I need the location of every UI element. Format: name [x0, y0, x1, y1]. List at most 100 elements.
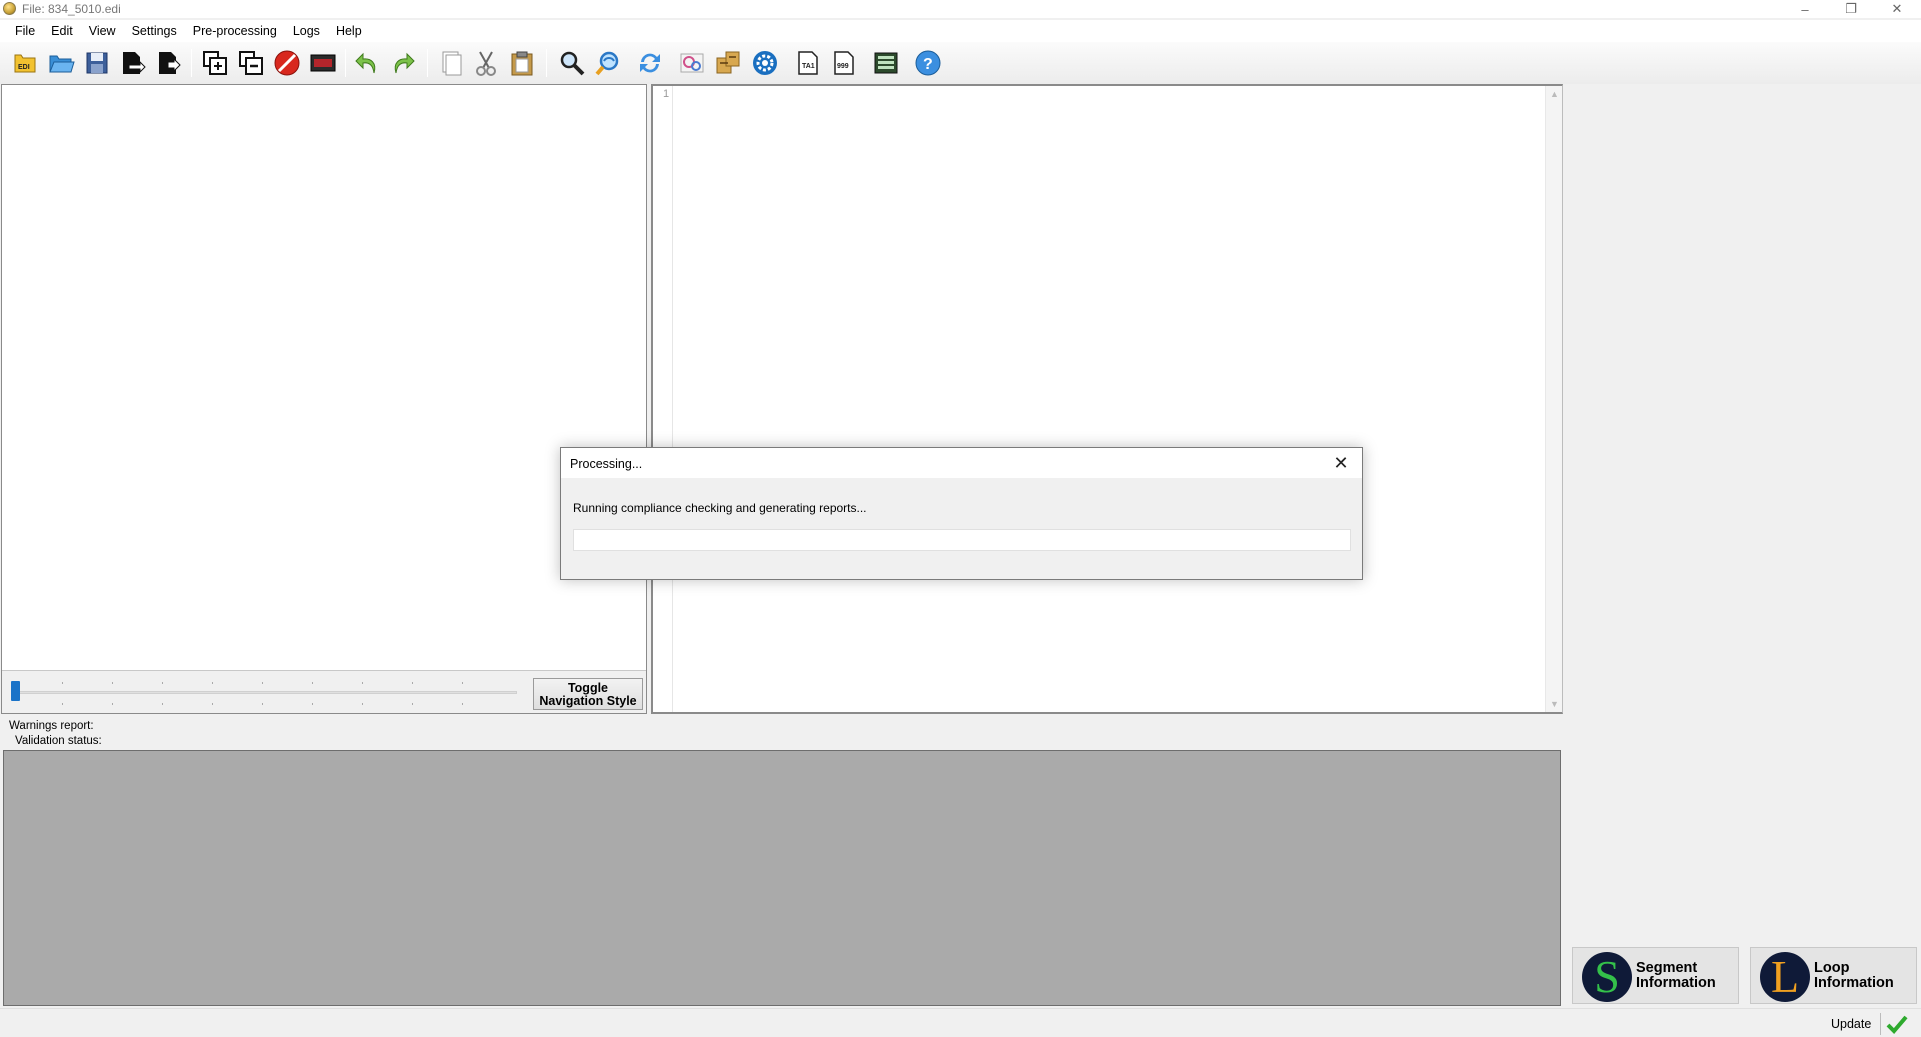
ta1-icon[interactable]: TA1 [793, 48, 823, 78]
slider-tick [162, 682, 163, 684]
toggle-button-label-line2: Navigation Style [539, 694, 637, 708]
dark-toggle-icon[interactable] [308, 48, 338, 78]
toolbar: EDI TA1 999 ? [0, 42, 1921, 84]
line-number-gutter: 1 [653, 86, 673, 712]
loop-label-line1: Loop [1814, 960, 1850, 976]
loop-information-label: Loop Information [1814, 961, 1894, 991]
loop-label-line2: Information [1814, 975, 1894, 991]
scroll-down-icon[interactable]: ▼ [1550, 699, 1559, 709]
slider-tick [362, 703, 363, 705]
minimize-button[interactable]: – [1782, 0, 1828, 18]
menu-view[interactable]: View [81, 20, 124, 42]
search-icon[interactable] [557, 48, 587, 78]
999-icon[interactable]: 999 [829, 48, 859, 78]
add-segment-icon[interactable] [200, 48, 230, 78]
menu-pre-processing[interactable]: Pre-processing [185, 20, 285, 42]
navigation-slider-track[interactable] [12, 691, 517, 694]
menu-settings[interactable]: Settings [124, 20, 185, 42]
status-bar: Update [0, 1008, 1921, 1037]
help-icon[interactable]: ? [913, 48, 943, 78]
window-title: File: 834_5010.edi [22, 2, 121, 16]
menu-file[interactable]: File [7, 20, 43, 42]
settings-gallery-icon[interactable] [677, 48, 707, 78]
warnings-report-label: Warnings report: [9, 720, 94, 732]
navigation-panel: Toggle Navigation Style [1, 84, 647, 714]
edi-text-editor[interactable]: 1 ▲ ▼ [651, 84, 1563, 714]
checkmark-icon [1886, 1015, 1908, 1034]
open-folder-icon[interactable] [46, 48, 76, 78]
slider-tick [262, 703, 263, 705]
slider-tick [412, 703, 413, 705]
menu-logs[interactable]: Logs [285, 20, 328, 42]
loop-information-button[interactable]: L Loop Information [1750, 947, 1917, 1004]
slider-tick [462, 682, 463, 684]
navigation-tree[interactable] [2, 85, 646, 670]
loop-l-icon: L [1760, 952, 1810, 1002]
slider-tick [212, 682, 213, 684]
toggle-navigation-style-button[interactable]: Toggle Navigation Style [533, 678, 643, 710]
dialog-close-button[interactable]: ✕ [1331, 453, 1351, 473]
menu-bar: File Edit View Settings Pre-processing L… [0, 20, 1921, 42]
slider-tick [262, 682, 263, 684]
svg-text:EDI: EDI [18, 64, 30, 71]
segment-label-line1: Segment [1636, 960, 1698, 976]
new-edi-icon[interactable]: EDI [10, 48, 40, 78]
slider-tick [412, 682, 413, 684]
svg-text:999: 999 [837, 63, 849, 70]
preprocess-icon[interactable] [713, 48, 743, 78]
slider-tick [112, 682, 113, 684]
save-icon[interactable] [82, 48, 112, 78]
toolbar-separator [427, 49, 428, 77]
toolbar-separator [345, 49, 346, 77]
segment-information-button[interactable]: S Segment Information [1572, 947, 1739, 1004]
title-bar: File: 834_5010.edi – ❐ ✕ [0, 0, 1921, 18]
dialog-title-bar: Processing... ✕ [561, 448, 1362, 478]
segment-label-line2: Information [1636, 975, 1716, 991]
svg-text:?: ? [923, 56, 933, 73]
slider-tick [212, 703, 213, 705]
restore-button[interactable]: ❐ [1828, 0, 1874, 18]
dialog-message: Running compliance checking and generati… [573, 501, 867, 515]
scroll-up-icon[interactable]: ▲ [1550, 89, 1559, 99]
app-logo-icon [3, 2, 16, 15]
undo-icon[interactable] [352, 48, 382, 78]
menu-edit[interactable]: Edit [43, 20, 81, 42]
close-window-button[interactable]: ✕ [1874, 0, 1920, 18]
gear-icon[interactable] [750, 48, 780, 78]
export-as-icon[interactable] [153, 48, 183, 78]
validation-status-label: Validation status: [15, 735, 102, 747]
line-number: 1 [663, 88, 670, 100]
slider-tick [62, 703, 63, 705]
segment-s-icon: S [1582, 952, 1632, 1002]
copy-icon[interactable] [436, 48, 466, 78]
navigation-controls: Toggle Navigation Style [2, 670, 646, 713]
redo-icon[interactable] [388, 48, 418, 78]
slider-tick [312, 682, 313, 684]
svg-text:TA1: TA1 [802, 63, 815, 70]
report-icon[interactable] [871, 48, 901, 78]
navigation-slider-thumb[interactable] [11, 681, 20, 701]
slider-tick [112, 703, 113, 705]
slider-tick [162, 703, 163, 705]
slider-tick [62, 682, 63, 684]
remove-segment-icon[interactable] [236, 48, 266, 78]
export-icon[interactable] [117, 48, 147, 78]
processing-dialog: Processing... ✕ Running compliance check… [560, 447, 1363, 580]
update-status-label[interactable]: Update [1831, 1017, 1871, 1031]
validation-report-area[interactable] [3, 750, 1561, 1006]
reports-panel: Warnings report: Validation status: [1, 718, 1563, 1006]
slider-tick [312, 703, 313, 705]
toolbar-separator [191, 49, 192, 77]
menu-help[interactable]: Help [328, 20, 370, 42]
find-replace-icon[interactable] [593, 48, 623, 78]
stop-icon[interactable] [272, 48, 302, 78]
refresh-icon[interactable] [635, 48, 665, 78]
slider-tick [362, 682, 363, 684]
editor-vertical-scrollbar[interactable]: ▲ ▼ [1545, 86, 1562, 712]
toolbar-separator [546, 49, 547, 77]
status-separator [1880, 1013, 1881, 1035]
paste-icon[interactable] [507, 48, 537, 78]
cut-icon[interactable] [471, 48, 501, 78]
progress-bar [573, 529, 1351, 551]
edi-editor-window: File: 834_5010.edi – ❐ ✕ File Edit View … [0, 0, 1921, 1037]
